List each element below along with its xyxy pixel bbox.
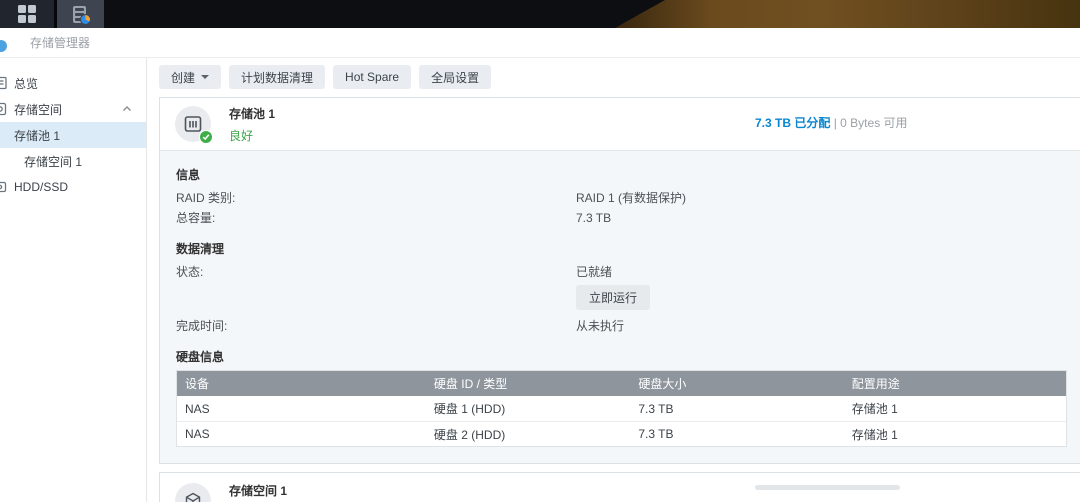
create-button[interactable]: 创建: [159, 65, 221, 89]
cell-allocation: 存储池 1: [844, 400, 1066, 417]
apps-grid-icon: [18, 5, 36, 23]
capacity-value: 7.3 TB: [576, 208, 611, 228]
cell-drive-size: 7.3 TB: [630, 427, 843, 441]
finish-time-label: 完成时间:: [176, 316, 576, 336]
volume-usage-text: 76.4 MB | 7 TB 可用: [755, 499, 900, 502]
table-row[interactable]: NAS 硬盘 1 (HDD) 7.3 TB 存储池 1: [177, 396, 1066, 421]
sidebar-item-overview[interactable]: 总览: [0, 70, 146, 96]
capacity-label: 总容量:: [176, 208, 576, 228]
desktop-wallpaper: [610, 0, 1080, 28]
sidebar-item-label: 存储池 1: [14, 127, 60, 144]
cell-allocation: 存储池 1: [844, 426, 1066, 443]
raid-type-value: RAID 1 (有数据保护): [576, 188, 686, 208]
pool-title: 存储池 1: [229, 105, 275, 122]
col-allocation: 配置用途: [844, 375, 1066, 392]
volume-usage: 76.4 MB | 7 TB 可用: [755, 485, 900, 502]
sidebar-item-storage[interactable]: 存储空间: [0, 96, 146, 122]
drive-table-header: 设备 硬盘 ID / 类型 硬盘大小 配置用途: [177, 371, 1066, 396]
window-titlebar: 存储管理器: [0, 28, 1080, 58]
volume-available: 7 TB 可用: [810, 501, 862, 502]
pool-status: 良好: [229, 127, 275, 144]
volume-title: 存储空间 1: [229, 482, 287, 499]
main-panel: 创建 计划数据清理 Hot Spare 全局设置: [147, 58, 1080, 502]
taskbar: [0, 0, 1080, 28]
main-menu-button[interactable]: [0, 0, 54, 28]
run-now-button[interactable]: 立即运行: [576, 285, 650, 310]
page-title: 存储管理器: [30, 34, 90, 51]
cell-drive-id: 硬盘 2 (HDD): [426, 426, 630, 443]
scrub-status-value: 已就绪: [576, 262, 612, 282]
app-icon-partial: [0, 40, 7, 52]
storage-pool-card: 存储池 1 良好 7.3 TB 已分配 | 0 Bytes 可用 信息 RAID…: [159, 97, 1080, 464]
sidebar: 总览 存储空间 存储池 1 存储空间 1 HDD/: [0, 58, 147, 502]
caret-down-icon: [201, 75, 209, 79]
separator: |: [804, 501, 807, 502]
scheduled-scrubbing-button[interactable]: 计划数据清理: [229, 65, 325, 89]
create-button-label: 创建: [171, 69, 195, 86]
healthy-check-badge: [199, 130, 213, 144]
pool-usage-text: 7.3 TB 已分配 | 0 Bytes 可用: [755, 114, 908, 131]
sidebar-item-volume-1[interactable]: 存储空间 1: [0, 148, 146, 174]
hot-spare-button[interactable]: Hot Spare: [333, 65, 411, 89]
raid-type-label: RAID 类别:: [176, 188, 576, 208]
table-row[interactable]: NAS 硬盘 2 (HDD) 7.3 TB 存储池 1: [177, 421, 1066, 446]
volume-card: 存储空间 1 良好 76.4 MB | 7 TB 可用: [159, 472, 1080, 502]
sidebar-item-label: 存储空间 1: [24, 153, 82, 170]
finish-time-value: 从未执行: [576, 316, 624, 336]
sidebar-item-pool-1[interactable]: 存储池 1: [0, 122, 146, 148]
sidebar-item-hdd-ssd[interactable]: HDD/SSD: [0, 174, 146, 200]
col-drive-id: 硬盘 ID / 类型: [426, 375, 630, 392]
volume-icon: [175, 483, 211, 502]
storage-pool-icon: [175, 106, 211, 142]
separator: |: [834, 116, 837, 130]
scrub-status-label: 状态:: [176, 262, 576, 282]
storage-manager-icon: [73, 6, 89, 23]
volume-usage-bar: [755, 485, 900, 490]
storage-pool-header[interactable]: 存储池 1 良好 7.3 TB 已分配 | 0 Bytes 可用: [160, 98, 1080, 150]
sidebar-item-label: 存储空间: [14, 101, 62, 118]
pool-available: 0 Bytes 可用: [840, 116, 907, 130]
sidebar-item-label: HDD/SSD: [14, 180, 68, 194]
cell-drive-id: 硬盘 1 (HDD): [426, 400, 630, 417]
storage-pool-details: 信息 RAID 类别: RAID 1 (有数据保护) 总容量: 7.3 TB 数…: [160, 150, 1080, 463]
pool-allocated: 7.3 TB 已分配: [755, 116, 830, 130]
cell-drive-size: 7.3 TB: [630, 402, 843, 416]
taskbar-storage-manager-tab[interactable]: [57, 0, 104, 28]
col-device: 设备: [177, 375, 426, 392]
col-drive-size: 硬盘大小: [630, 375, 843, 392]
drive-info-heading: 硬盘信息: [176, 348, 1080, 365]
disk-icon: [0, 180, 7, 194]
cell-device: NAS: [177, 402, 426, 416]
drive-table: 设备 硬盘 ID / 类型 硬盘大小 配置用途 NAS 硬盘 1 (HDD) 7…: [176, 370, 1067, 447]
volume-group-icon: [0, 102, 7, 116]
global-settings-button[interactable]: 全局设置: [419, 65, 491, 89]
info-heading: 信息: [176, 166, 1080, 183]
cell-device: NAS: [177, 427, 426, 441]
scrubbing-heading: 数据清理: [176, 240, 1080, 257]
volume-header[interactable]: 存储空间 1 良好 76.4 MB | 7 TB 可用: [160, 473, 1080, 502]
sidebar-item-label: 总览: [14, 75, 38, 92]
volume-used: 76.4 MB: [755, 501, 800, 502]
chevron-up-icon[interactable]: [122, 104, 132, 114]
toolbar: 创建 计划数据清理 Hot Spare 全局设置: [159, 65, 1080, 89]
dsm-desktop: 存储管理器 总览 存储空间 存储池 1: [0, 0, 1080, 503]
overview-icon: [0, 76, 7, 90]
